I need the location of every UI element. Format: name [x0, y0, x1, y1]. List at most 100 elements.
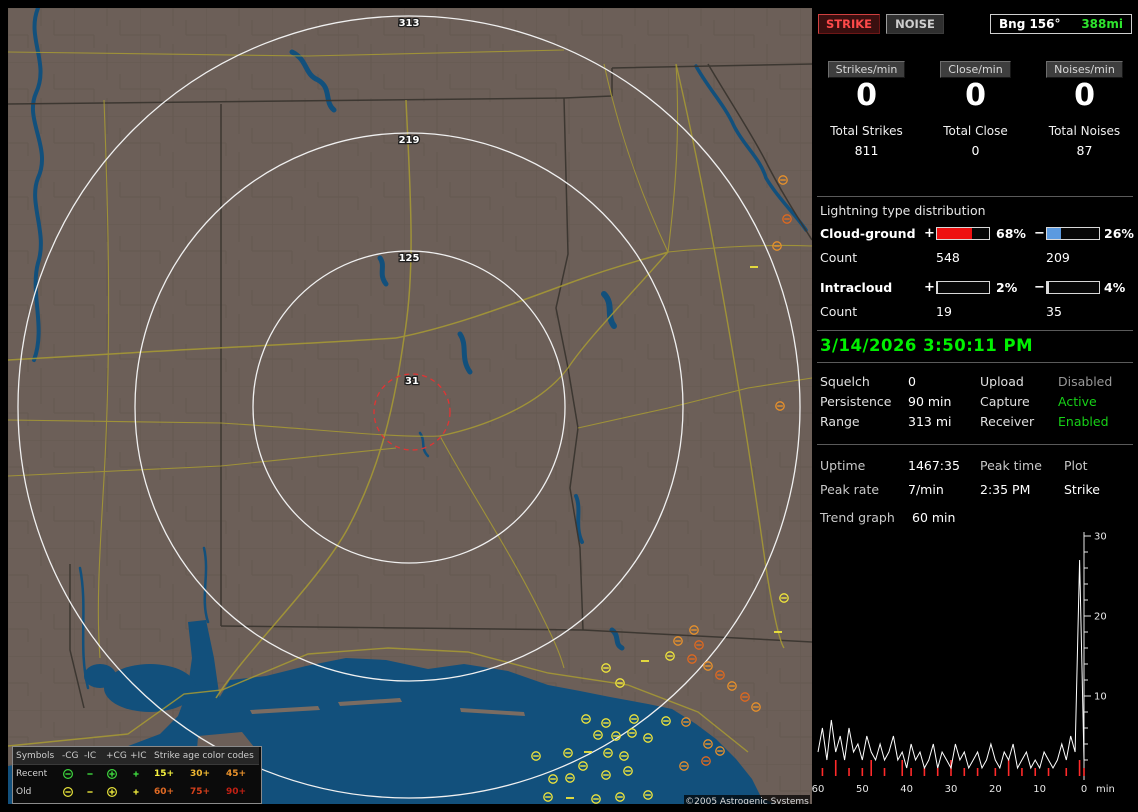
close-per-min-value: 0: [965, 78, 986, 113]
legend-m-icon: [81, 786, 103, 798]
cg-negative-bar: [1046, 227, 1100, 240]
legend-age-15+: 15+: [154, 769, 175, 779]
total-close-label: Total Close: [943, 124, 1008, 138]
range-value: 388mi: [1081, 17, 1123, 31]
distribution-title: Lightning type distribution: [820, 203, 986, 218]
legend-age-90+: 90+: [226, 787, 247, 797]
strike-toggle-button[interactable]: STRIKE: [818, 14, 880, 34]
noises-rate-column: Noises/min 0 Total Noises 87: [1030, 58, 1138, 158]
noises-per-min-value: 0: [1074, 78, 1095, 113]
lightning-map[interactable]: 313 219 125 31 Symbols -CG -IC +CG +IC Strike ag…: [8, 8, 812, 804]
trend-header-row: Trend graph 60 min: [812, 510, 1138, 530]
stats-row: Uptime 1467:35 Peak time Plot: [812, 458, 1138, 478]
legend-p-icon: [127, 786, 151, 798]
total-strikes-value: 811: [854, 143, 879, 158]
minus-sign: −: [1034, 226, 1045, 241]
minus-sign: −: [1034, 280, 1045, 295]
legend-symbol-col-2: +CG: [103, 747, 127, 765]
noise-toggle-button[interactable]: NOISE: [886, 14, 944, 34]
legend-row-label: Recent: [16, 769, 48, 779]
total-noises-value: 87: [1076, 143, 1093, 158]
bearing-range-display: Bng 156° 388mi: [990, 14, 1132, 34]
trend-x-tick-label: 20: [989, 784, 1002, 795]
map-legend: Symbols -CG -IC +CG +IC Strike age color code…: [12, 746, 262, 804]
map-canvas: 313 219 125 31: [8, 8, 812, 804]
range-ring-label: 313: [399, 18, 420, 29]
legend-grid: Symbols -CG -IC +CG +IC Strike age color code…: [13, 747, 261, 801]
cg-positive-count: 548: [936, 250, 960, 265]
strikes-per-min-chip: Strikes/min: [827, 61, 906, 78]
range-ring-label: 219: [399, 135, 420, 146]
cg-positive-pct: 68%: [996, 226, 1026, 241]
count-label: Count: [820, 304, 858, 319]
strikes-per-min-value: 0: [856, 78, 877, 113]
trend-x-tick-label: 30: [945, 784, 958, 795]
peak-rate-label: Peak rate: [820, 482, 880, 497]
divider: [817, 362, 1133, 363]
close-per-min-chip: Close/min: [940, 61, 1011, 78]
trend-x-tick-label: 60: [812, 784, 824, 795]
divider: [817, 330, 1133, 331]
peak-time-value: 2:35 PM: [980, 482, 1031, 497]
lake-pontchartrain: [104, 664, 196, 712]
legend-symbol-col-3: +IC: [127, 747, 151, 765]
legend-symbol-col-1: -IC: [81, 747, 103, 765]
trend-graph-label: Trend graph: [820, 510, 895, 525]
upload-status: Disabled: [1058, 374, 1113, 389]
squelch-value: 0: [908, 374, 916, 389]
range-ring-label: 31: [405, 376, 419, 387]
legend-p-icon: [127, 768, 151, 780]
ic-positive-fill: [937, 282, 939, 293]
trend-y-tick-label: 20: [1094, 612, 1107, 623]
persistence-value: 90 min: [908, 394, 952, 409]
cloud-ground-count-row: Count 548 209: [812, 250, 1138, 266]
range-value: 313 mi: [908, 414, 952, 429]
plus-sign: +: [924, 280, 935, 295]
squelch-label: Squelch: [820, 374, 870, 389]
legend-m-icon: [81, 768, 103, 780]
ic-negative-fill: [1047, 282, 1050, 293]
lake-maurepas: [84, 664, 116, 688]
cg-positive-fill: [937, 228, 973, 239]
legend-age-60+: 60+: [154, 787, 175, 797]
cg-positive-bar: [936, 227, 990, 240]
ic-positive-count: 19: [936, 304, 952, 319]
legend-cm-icon: [59, 768, 81, 780]
trend-x-tick-label: 10: [1033, 784, 1046, 795]
trend-strike-trace: [817, 559, 1085, 770]
ic-negative-count: 35: [1046, 304, 1062, 319]
legend-cp-icon: [103, 768, 127, 780]
range-label: Range: [820, 414, 860, 429]
capture-label: Capture: [980, 394, 1030, 409]
ic-negative-bar: [1046, 281, 1100, 294]
settings-row: Persistence 90 min Capture Active: [812, 394, 1138, 414]
peak-time-label: Peak time: [980, 458, 1042, 473]
cloud-ground-label: Cloud-ground: [820, 226, 916, 241]
legend-age-75+: 75+: [190, 787, 211, 797]
intracloud-count-row: Count 19 35: [812, 304, 1138, 320]
settings-row: Range 313 mi Receiver Enabled: [812, 414, 1138, 434]
plot-label: Plot: [1064, 458, 1088, 473]
app-window: 313 219 125 31 Symbols -CG -IC +CG +IC Strike ag…: [0, 0, 1138, 812]
plot-type-value: Strike: [1064, 482, 1100, 497]
legend-row-label: Old: [16, 787, 32, 797]
trend-x-unit-label: min: [1096, 784, 1115, 795]
ic-negative-pct: 4%: [1104, 280, 1126, 295]
strikes-rate-column: Strikes/min 0 Total Strikes 811: [812, 58, 921, 158]
trend-x-tick-label: 40: [900, 784, 913, 795]
receiver-status: Enabled: [1058, 414, 1109, 429]
legend-age-30+: 30+: [190, 769, 211, 779]
total-strikes-label: Total Strikes: [830, 124, 903, 138]
range-ring-label: 125: [399, 253, 420, 264]
legend-cp-icon: [103, 786, 127, 798]
stats-row: Peak rate 7/min 2:35 PM Strike: [812, 482, 1138, 502]
count-label: Count: [820, 250, 858, 265]
intracloud-row: Intracloud + 2% − 4%: [812, 280, 1138, 296]
trend-x-tick-label: 0: [1081, 784, 1087, 795]
legend-symbols-header: Symbols: [13, 747, 59, 765]
ic-positive-bar: [936, 281, 990, 294]
close-rate-column: Close/min 0 Total Close 0: [921, 58, 1030, 158]
cg-negative-pct: 26%: [1104, 226, 1134, 241]
legend-symbol-col-0: -CG: [59, 747, 81, 765]
ic-positive-pct: 2%: [996, 280, 1018, 295]
